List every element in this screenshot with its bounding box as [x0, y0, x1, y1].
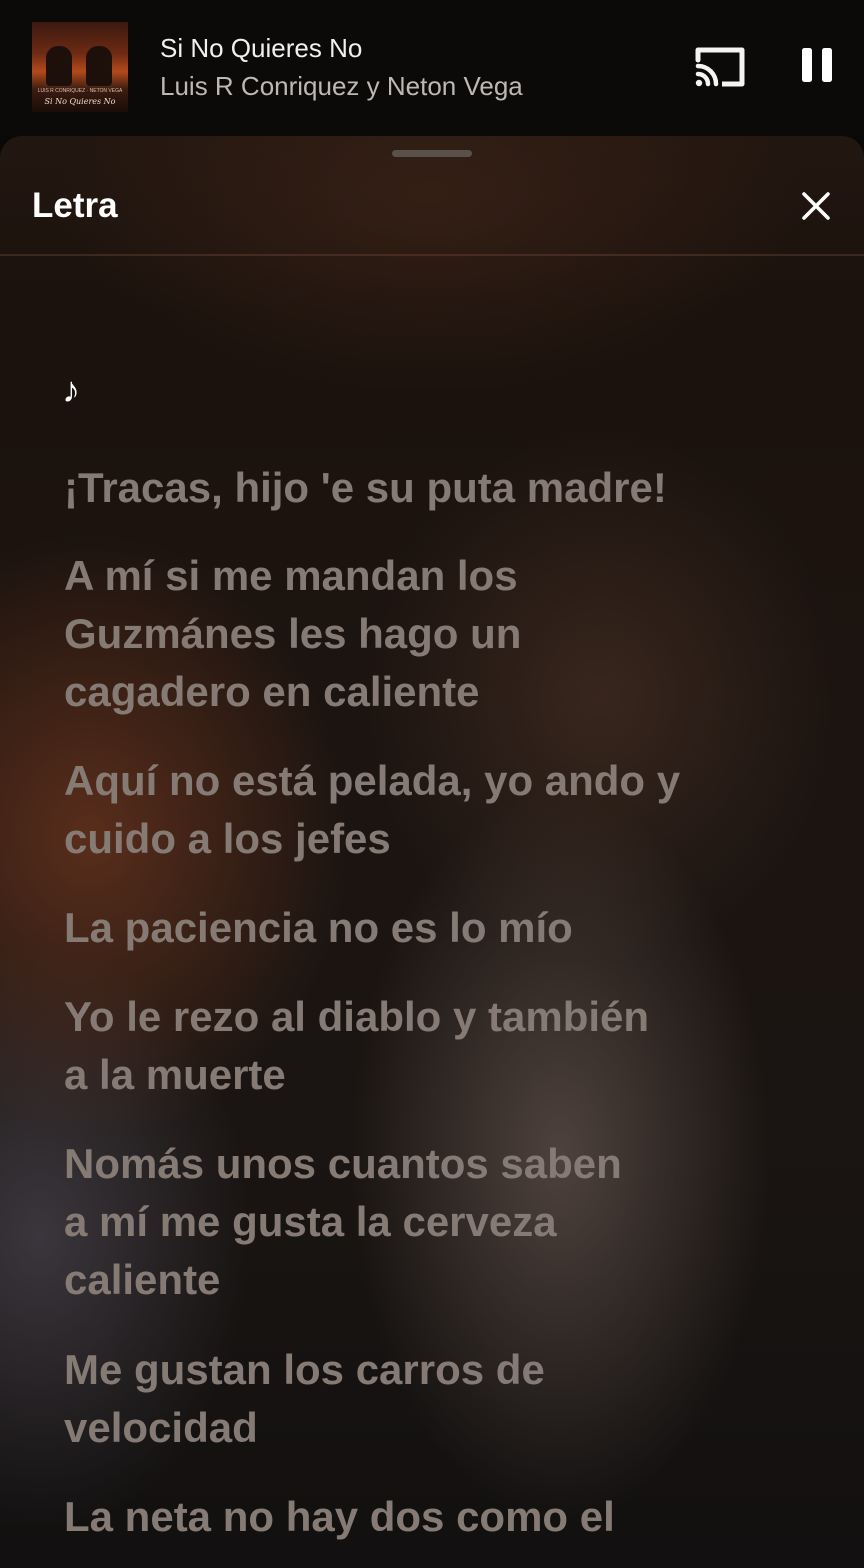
lyric-line[interactable]: La paciencia no es lo mío — [64, 899, 573, 957]
lyric-line[interactable]: a mí me gusta la cerveza — [64, 1193, 557, 1251]
track-artist[interactable]: Luis R Conriquez y Neton Vega — [160, 71, 523, 102]
lyric-line[interactable]: Me gustan los carros de — [64, 1341, 545, 1399]
music-note-icon: ♪ — [62, 369, 80, 410]
pause-button[interactable] — [784, 30, 852, 100]
lyric-line[interactable]: cagadero en caliente — [64, 663, 480, 721]
lyric-line[interactable]: Guzmánes les hago un — [64, 605, 521, 663]
lyric-line[interactable]: Nomás unos cuantos saben — [64, 1135, 622, 1193]
lyrics-sheet: Letra ♪ ¡Tracas, hijo 'e su puta madre! … — [0, 136, 864, 1568]
album-art-text: Si No Quieres No — [44, 97, 116, 106]
lyric-line[interactable]: a la muerte — [64, 1046, 286, 1104]
album-art-figure — [86, 46, 112, 86]
album-art-subtext: LUIS R CONRIQUEZ · NETON VEGA — [37, 88, 123, 94]
track-title[interactable]: Si No Quieres No — [160, 33, 362, 64]
drag-handle[interactable] — [392, 150, 472, 157]
lyric-line[interactable]: Yo le rezo al diablo y también — [64, 988, 649, 1046]
lyric-line[interactable]: caliente — [64, 1251, 220, 1309]
album-art[interactable]: LUIS R CONRIQUEZ · NETON VEGA Si No Quie… — [32, 22, 128, 112]
lyric-line[interactable]: ¡Tracas, hijo 'e su puta madre! — [64, 459, 667, 517]
lyric-line[interactable]: cuido a los jefes — [64, 810, 391, 868]
close-icon — [802, 192, 830, 220]
header-divider — [0, 254, 864, 256]
lyric-line[interactable]: Aquí no está pelada, yo ando y — [64, 752, 680, 810]
sheet-title: Letra — [32, 186, 118, 225]
album-art-figure — [46, 46, 72, 86]
cast-button[interactable] — [692, 40, 748, 92]
close-button[interactable] — [792, 182, 840, 230]
lyric-line[interactable]: A mí si me mandan los — [64, 547, 518, 605]
lyric-line[interactable]: velocidad — [64, 1399, 258, 1457]
lyric-line[interactable]: La neta no hay dos como el — [64, 1488, 615, 1546]
pause-icon — [802, 48, 832, 82]
cast-icon — [695, 47, 745, 87]
lyrics-screen: LUIS R CONRIQUEZ · NETON VEGA Si No Quie… — [0, 0, 864, 1568]
mini-player[interactable]: LUIS R CONRIQUEZ · NETON VEGA Si No Quie… — [0, 0, 864, 136]
